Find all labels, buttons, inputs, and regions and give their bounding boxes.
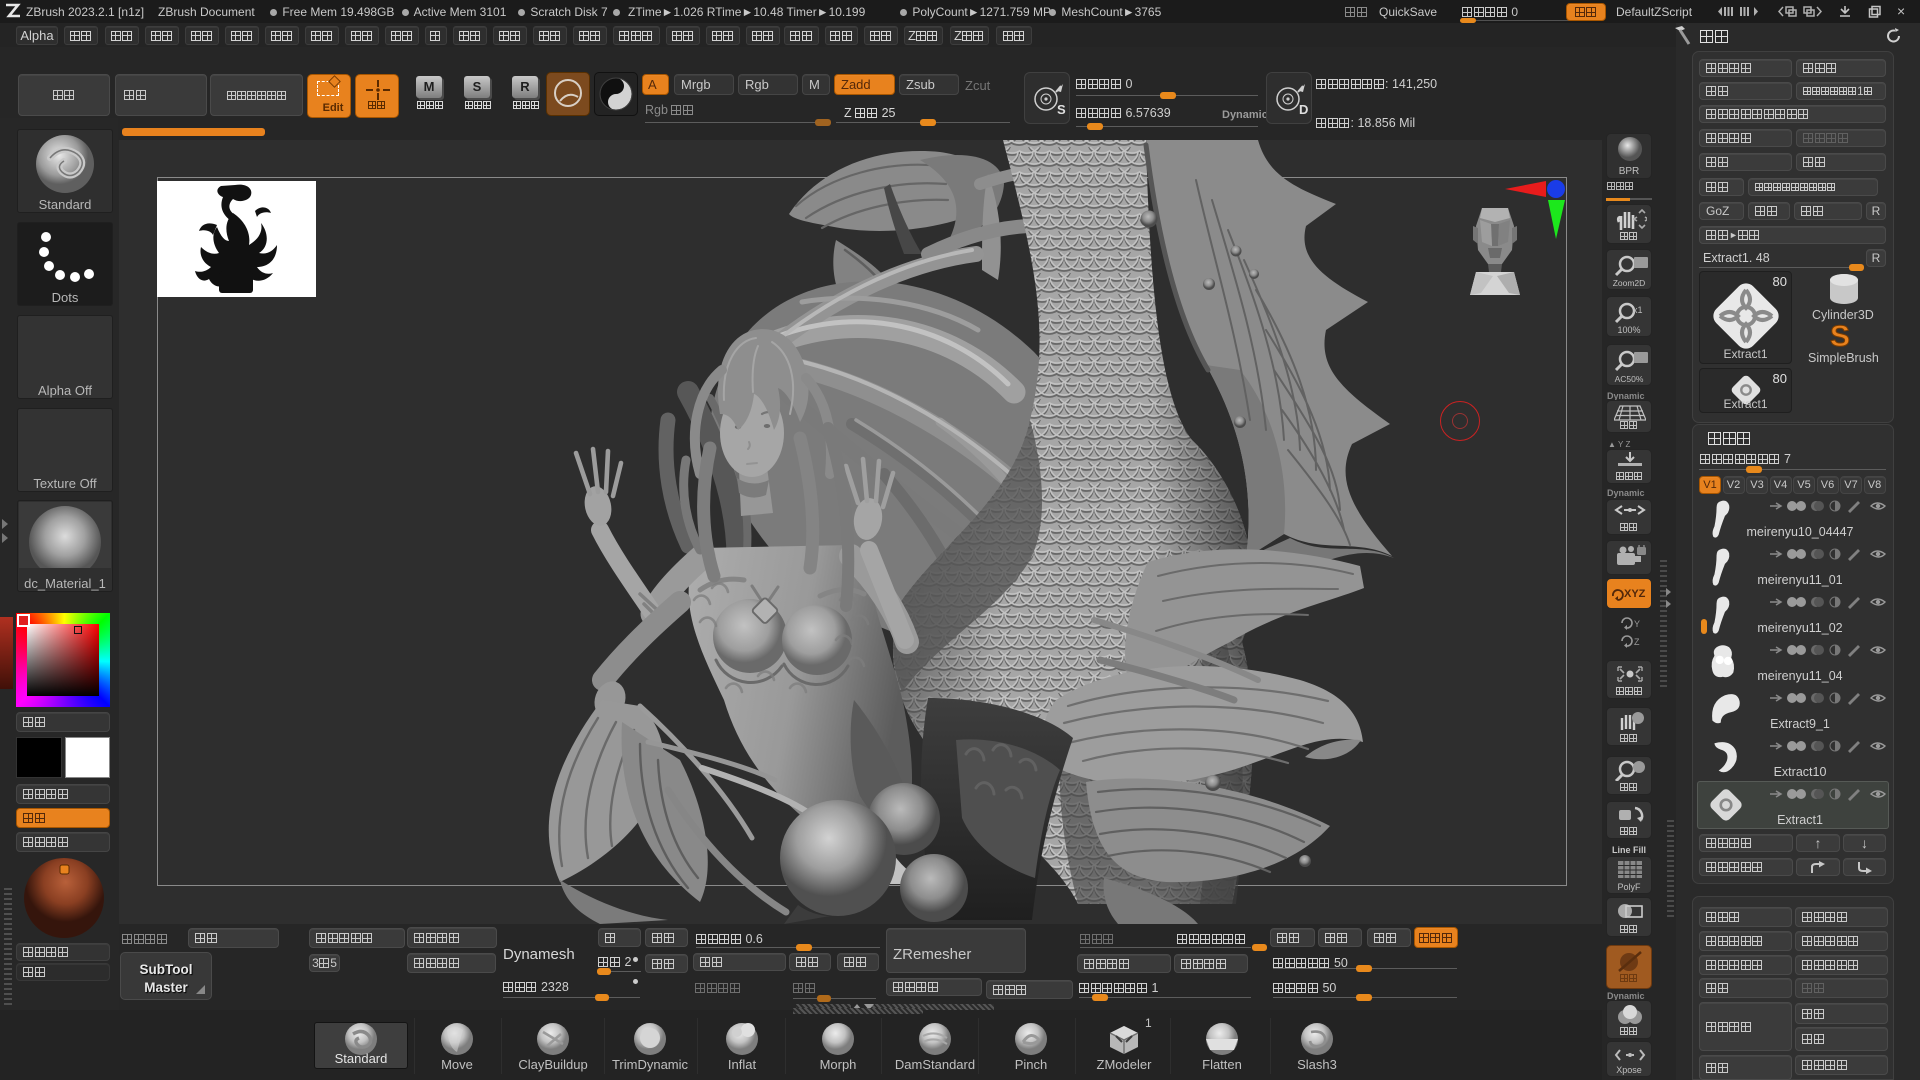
svg-text:D: D: [1299, 102, 1308, 117]
svg-text:S: S: [1830, 320, 1850, 352]
svg-text:Z: Z: [1634, 637, 1640, 647]
svg-text:S: S: [1057, 102, 1066, 117]
svg-text:Y: Y: [1634, 619, 1640, 629]
svg-text:x1: x1: [1633, 305, 1643, 315]
